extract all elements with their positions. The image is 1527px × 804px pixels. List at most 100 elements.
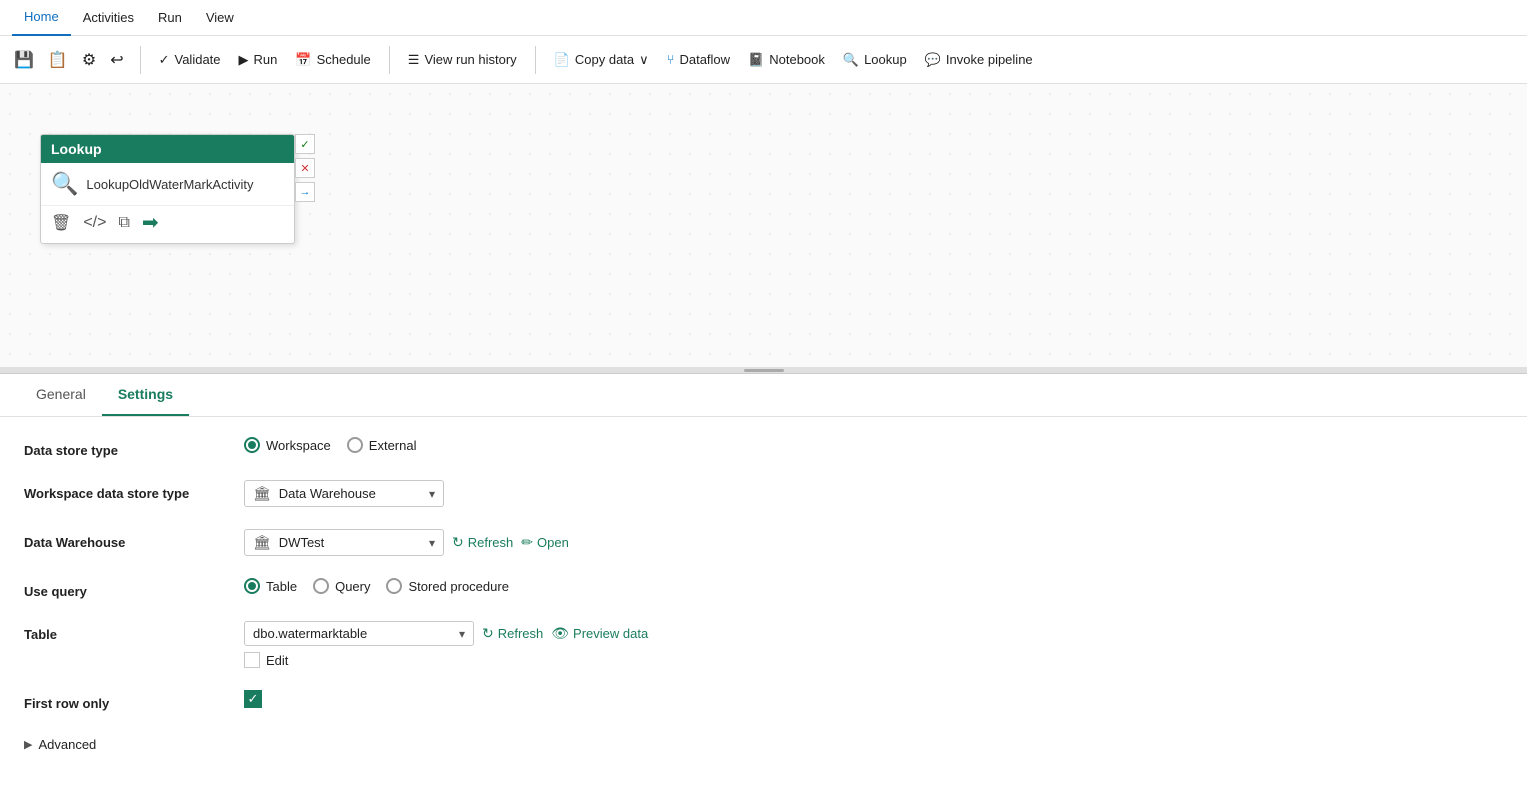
run-play-icon: ▶ bbox=[239, 52, 249, 68]
table-row: Table dbo.watermarktable ▾ ↻ Refresh 👁 P… bbox=[24, 621, 1503, 668]
advanced-chevron-icon: ▶ bbox=[24, 738, 32, 751]
toolbar-sep-3 bbox=[535, 46, 536, 74]
copy-card-icon[interactable]: ⧉ bbox=[118, 214, 129, 232]
tab-settings[interactable]: Settings bbox=[102, 374, 189, 416]
data-warehouse-refresh-icon: ↻ bbox=[452, 534, 464, 551]
workspace-data-store-type-row: Workspace data store type 🏛 Data Warehou… bbox=[24, 480, 1503, 507]
data-store-type-radio-group: Workspace External bbox=[244, 437, 417, 453]
radio-table[interactable]: Table bbox=[244, 578, 297, 594]
toolbar-group-activities: 📄 Copy data ∨ ⑂ Dataflow 📓 Notebook 🔍 Lo… bbox=[546, 48, 1041, 72]
invoke-pipeline-label: Invoke pipeline bbox=[946, 52, 1033, 67]
code-card-icon[interactable]: </> bbox=[83, 214, 106, 232]
menu-bar: Home Activities Run View bbox=[0, 0, 1527, 36]
radio-stored-procedure-label: Stored procedure bbox=[408, 579, 508, 594]
radio-external-label: External bbox=[369, 438, 417, 453]
lookup-card-actions: 🗑 </> ⧉ ➡ bbox=[41, 205, 294, 243]
undo-icon: ↩ bbox=[110, 50, 123, 70]
settings-button[interactable]: ⚙ bbox=[76, 46, 102, 74]
table-edit-checkbox[interactable]: Edit bbox=[244, 652, 288, 668]
advanced-row[interactable]: ▶ Advanced bbox=[24, 733, 1503, 756]
navigate-card-icon[interactable]: ➡ bbox=[142, 210, 159, 235]
table-edit-checkbox-box bbox=[244, 652, 260, 668]
use-query-row: Use query Table Query Stored procedure bbox=[24, 578, 1503, 599]
validate-button[interactable]: ✓ Validate bbox=[151, 48, 229, 72]
workspace-data-store-type-control: 🏛 Data Warehouse ▾ bbox=[244, 480, 1503, 507]
schedule-button[interactable]: 📅 Schedule bbox=[287, 48, 378, 72]
radio-query[interactable]: Query bbox=[313, 578, 370, 594]
notebook-label: Notebook bbox=[769, 52, 825, 67]
table-preview-button[interactable]: 👁 Preview data bbox=[551, 625, 648, 642]
first-row-only-label: First row only bbox=[24, 690, 244, 711]
table-preview-label: Preview data bbox=[573, 626, 648, 641]
table-refresh-button[interactable]: ↻ Refresh bbox=[482, 625, 543, 642]
copy-data-chevron-icon: ∨ bbox=[639, 52, 649, 68]
data-warehouse-open-label: Open bbox=[537, 535, 569, 550]
menu-home[interactable]: Home bbox=[12, 0, 71, 36]
toolbar-sep-1 bbox=[140, 46, 141, 74]
dataflow-button[interactable]: ⑂ Dataflow bbox=[659, 48, 738, 71]
lookup-button[interactable]: 🔍 Lookup bbox=[835, 48, 915, 72]
radio-table-label: Table bbox=[266, 579, 297, 594]
radio-table-circle bbox=[244, 578, 260, 594]
radio-external-circle bbox=[347, 437, 363, 453]
data-warehouse-chevron-icon: ▾ bbox=[429, 536, 435, 550]
undo-button[interactable]: ↩ bbox=[104, 46, 129, 74]
notebook-icon: 📓 bbox=[748, 52, 764, 68]
lookup-card-name: LookupOldWaterMarkActivity bbox=[86, 177, 253, 192]
advanced-label: Advanced bbox=[38, 737, 96, 752]
save-as-icon: 📋 bbox=[48, 50, 68, 70]
radio-stored-procedure-circle bbox=[386, 578, 402, 594]
copy-data-label: Copy data bbox=[575, 52, 634, 67]
data-warehouse-icon: 🏛 bbox=[253, 534, 271, 551]
toolbar-sep-2 bbox=[389, 46, 390, 74]
schedule-icon: 📅 bbox=[295, 52, 311, 68]
table-dropdown[interactable]: dbo.watermarktable ▾ bbox=[244, 621, 474, 646]
notebook-button[interactable]: 📓 Notebook bbox=[740, 48, 833, 72]
data-warehouse-control: 🏛 DWTest ▾ ↻ Refresh ✏ Open bbox=[244, 529, 1503, 556]
table-label: Table bbox=[24, 621, 244, 642]
card-side-buttons: ✓ ✕ → bbox=[295, 134, 315, 202]
radio-workspace[interactable]: Workspace bbox=[244, 437, 331, 453]
radio-external[interactable]: External bbox=[347, 437, 417, 453]
toolbar: 💾 📋 ⚙ ↩ ✓ Validate ▶ Run 📅 Schedule ☰ Vi… bbox=[0, 36, 1527, 84]
data-warehouse-row: Data Warehouse 🏛 DWTest ▾ ↻ Refresh ✏ Op… bbox=[24, 529, 1503, 556]
first-row-only-row: First row only ✓ bbox=[24, 690, 1503, 711]
radio-stored-procedure[interactable]: Stored procedure bbox=[386, 578, 508, 594]
use-query-label: Use query bbox=[24, 578, 244, 599]
lookup-activity-card[interactable]: Lookup 🔍 LookupOldWaterMarkActivity 🗑 </… bbox=[40, 134, 295, 244]
view-run-history-button[interactable]: ☰ View run history bbox=[400, 48, 525, 72]
data-warehouse-refresh-label: Refresh bbox=[468, 535, 514, 550]
save-icon: 💾 bbox=[14, 50, 34, 70]
menu-view[interactable]: View bbox=[194, 0, 246, 36]
data-store-type-row: Data store type Workspace External bbox=[24, 437, 1503, 458]
data-warehouse-dropdown[interactable]: 🏛 DWTest ▾ bbox=[244, 529, 444, 556]
run-button[interactable]: ▶ Run bbox=[231, 48, 286, 72]
menu-activities[interactable]: Activities bbox=[71, 0, 146, 36]
card-side-arrow-icon[interactable]: → bbox=[295, 182, 315, 202]
data-warehouse-open-button[interactable]: ✏ Open bbox=[521, 534, 569, 551]
tab-general[interactable]: General bbox=[20, 374, 102, 416]
lookup-card-body: 🔍 LookupOldWaterMarkActivity bbox=[41, 163, 294, 205]
save-as-button[interactable]: 📋 bbox=[42, 46, 74, 74]
copy-data-icon: 📄 bbox=[554, 52, 570, 68]
invoke-pipeline-button[interactable]: 💬 Invoke pipeline bbox=[917, 48, 1041, 72]
history-icon: ☰ bbox=[408, 52, 420, 68]
table-edit-label: Edit bbox=[266, 653, 288, 668]
table-row-inner: dbo.watermarktable ▾ ↻ Refresh 👁 Preview… bbox=[244, 621, 648, 646]
toolbar-group-icons: 💾 📋 ⚙ ↩ bbox=[8, 46, 130, 74]
delete-card-icon[interactable]: 🗑 bbox=[51, 213, 71, 233]
canvas-resize-handle[interactable] bbox=[0, 367, 1527, 373]
data-warehouse-refresh-button[interactable]: ↻ Refresh bbox=[452, 534, 513, 551]
menu-run[interactable]: Run bbox=[146, 0, 194, 36]
card-side-success-icon[interactable]: ✓ bbox=[295, 134, 315, 154]
data-warehouse-value: DWTest bbox=[279, 535, 421, 550]
lookup-card-icon: 🔍 bbox=[51, 171, 78, 197]
radio-workspace-circle bbox=[244, 437, 260, 453]
copy-data-button[interactable]: 📄 Copy data ∨ bbox=[546, 48, 657, 72]
save-button[interactable]: 💾 bbox=[8, 46, 40, 74]
dataflow-label: Dataflow bbox=[679, 52, 730, 67]
workspace-data-store-type-dropdown[interactable]: 🏛 Data Warehouse ▾ bbox=[244, 480, 444, 507]
canvas-area[interactable]: Lookup 🔍 LookupOldWaterMarkActivity 🗑 </… bbox=[0, 84, 1527, 374]
card-side-fail-icon[interactable]: ✕ bbox=[295, 158, 315, 178]
first-row-only-checkbox[interactable]: ✓ bbox=[244, 690, 262, 708]
